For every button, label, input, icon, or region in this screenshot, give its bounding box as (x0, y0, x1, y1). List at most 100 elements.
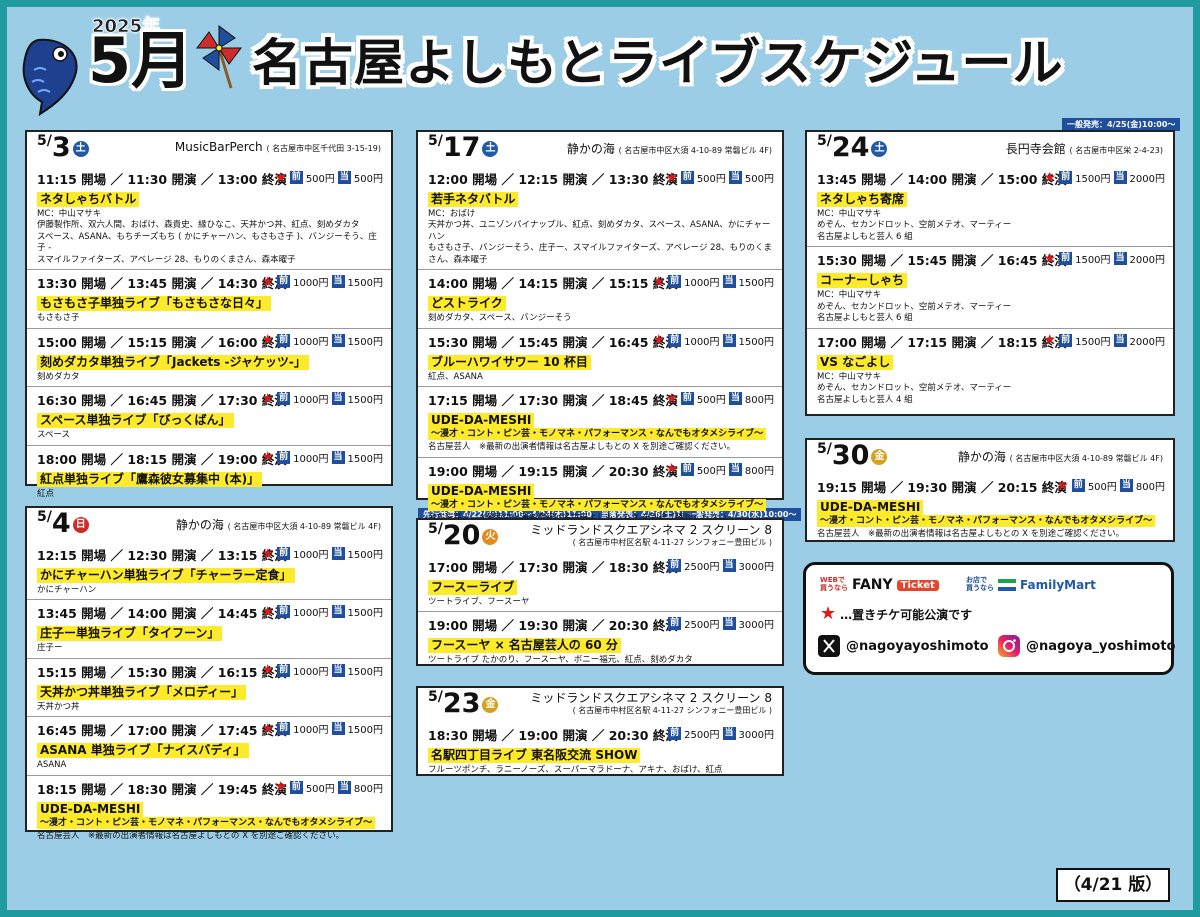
show-cast: フルーツポンチ、ラニーノーズ、スーパーマラドーナ、アキナ、おばけ、紅点 (428, 765, 723, 775)
day-of-week-badge: 火 (482, 528, 499, 545)
day-4-date: 5/4 日 (37, 510, 89, 537)
show-title: UDE-DA-MESHI (817, 500, 924, 515)
show-title: もさもさ子単独ライブ「もさもさな日々」 (37, 296, 272, 312)
show-cast: 刻めダカタ、スペース、バンジーそう (428, 313, 572, 324)
show-subtitle: ～漫才・コント・ピン芸・モノマネ・パフォーマンス・なんでもオタメシライブ～ (817, 515, 1156, 527)
price-group: ★ 前 500円当 800円 (665, 461, 774, 478)
show-cast: MC：中山マサキ 伊藤製作所、双六人間、おばけ、森貴史、縁ひなこ、天丼かつ丼、紅点… (37, 209, 377, 265)
show-entry: 15:30 開場 ／ 15:45 開演 ／ 16:45 終演 ★ 前 1500円当 2… (807, 246, 1173, 327)
show-title: UDE-DA-MESHI (428, 413, 535, 429)
show-title: フースーヤ × 名古屋芸人の 60 分 (428, 638, 621, 654)
show-entry: 13:45 開場 ／ 14:00 開演 ／ 14:45 終演 ★ 前 1000円当 1… (27, 599, 391, 657)
price-group: ★ 前 1000円当 1500円 (261, 449, 383, 466)
day-3-venue: MusicBarPerch ( 名古屋市中区千代田 3-15-19) (174, 140, 381, 154)
day-3-header: 5/3 土 MusicBarPerch ( 名古屋市中区千代田 3-15-19) (27, 132, 391, 166)
show-cast: 名古屋芸人 ※最新の出演者情報は名古屋よしもとの X を別途ご確認ください。 (37, 830, 345, 841)
day-23-header: 5/23 金 ミッドランドスクエアシネマ 2 スクリーン 8( 名古屋市中村区名駅… (418, 688, 782, 722)
show-title: ネタしゃち寄席 (817, 192, 908, 207)
day-17-venue: 静かの海 ( 名古屋市中区大須 4-10-89 常磐ビル 4F) (566, 142, 772, 156)
month-label: 5月 (88, 24, 194, 97)
day-23-box: 5/23 金 ミッドランドスクエアシネマ 2 スクリーン 8( 名古屋市中村区名駅… (416, 686, 784, 776)
star-icon: ★ (652, 332, 666, 349)
show-entry: 15:30 開場 ／ 15:45 開演 ／ 16:45 終演 ★ 前 1000円当 1… (418, 327, 782, 386)
day-of-week-badge: 日 (72, 516, 89, 533)
star-icon: ★ (665, 390, 678, 407)
show-cast: 紅点、ASANA (428, 371, 483, 382)
show-entry: 18:30 開場 ／ 19:00 開演 ／ 20:30 終演 前 2500円当 30… (428, 727, 774, 775)
show-title: どストライク (428, 296, 506, 312)
star-icon: ★ (261, 273, 275, 290)
show-entry: 15:15 開場 ／ 15:30 開演 ／ 16:15 終演 ★ 前 1000円当 1… (27, 657, 391, 716)
price-group: ★ 前 500円当 500円 (274, 169, 383, 186)
price-group: 前 2500円当 3000円 (668, 559, 774, 573)
star-icon: ★ (652, 273, 666, 290)
show-cast: かにチャーハン (37, 585, 97, 595)
familymart-logo[interactable]: お店で 買うなら FamilyMart (966, 576, 1096, 592)
price-group: 前 2500円当 3000円 (668, 727, 774, 741)
day-24-header: 5/24 土 長円寺会館 ( 名古屋市中区栄 2-4-23) (807, 132, 1173, 166)
star-icon: ★ (665, 169, 678, 186)
show-cast: MC：中山マサキ めぞん、セカンドロット、空前メテオ、マーティー 名古屋よしもと芸人… (817, 290, 1012, 324)
show-title: フースーライブ (428, 580, 518, 595)
show-entry: 11:15 開場 ／ 11:30 開演 ／ 13:00 終演 ★ 前 500円当 50… (37, 169, 383, 265)
day-17-header: 5/17 土 静かの海 ( 名古屋市中区大須 4-10-89 常磐ビル 4F) (418, 132, 782, 166)
show-title: 名駅四丁目ライブ 東名阪交流 SHOW (428, 748, 641, 763)
price-group: ★ 前 1000円当 1500円 (261, 332, 383, 349)
show-cast: スペース (37, 430, 70, 441)
price-group: ★ 前 1000円当 1500円 (261, 273, 383, 290)
price-group: ★ 前 1000円当 1500円 (261, 603, 383, 620)
show-entry: 12:15 開場 ／ 12:30 開演 ／ 13:15 終演 ★ 前 1000円当 1… (37, 545, 383, 595)
show-title: 紅点単独ライブ「鷹森彼女募集中 (本)」 (37, 471, 263, 487)
price-group: ★ 前 1000円当 1500円 (652, 332, 774, 349)
show-entry: 18:00 開場 ／ 18:15 開演 ／ 19:00 終演 ★ 前 1000円当 1… (27, 444, 391, 503)
day-of-week-badge: 土 (72, 140, 89, 157)
show-cast: 天丼かつ丼 (37, 701, 80, 712)
show-entry: 12:00 開場 ／ 12:15 開演 ／ 13:30 終演 ★ 前 500円当 50… (428, 169, 774, 265)
day-30-date: 5/30 金 (817, 442, 888, 469)
star-icon: ★ (1056, 477, 1069, 494)
day-24-date: 5/24 土 (817, 134, 888, 161)
day-4-box: 5/4 日 静かの海 ( 名古屋市中区大須 4-10-89 常磐ビル 4F) 12… (25, 506, 393, 841)
show-entry: 15:00 開場 ／ 15:15 開演 ／ 16:00 終演 ★ 前 1000円当 1… (27, 327, 391, 386)
day-24-venue: 長円寺会館 ( 名古屋市中区栄 2-4-23) (1005, 142, 1163, 156)
show-title: コーナーしゃち (817, 273, 908, 289)
star-icon: ★ (274, 779, 287, 796)
instagram-account-link[interactable]: @nagoya_yoshimoto (998, 635, 1176, 657)
day-3-date: 5/3 土 (37, 134, 89, 161)
star-note: ★ …置きチケ可能公演です (820, 603, 973, 624)
x-account-link[interactable]: @nagoyayoshimoto (818, 635, 989, 657)
show-cast: MC：中山マサキ めぞん、セカンドロット、空前メテオ、マーティー 名古屋よしもと芸人… (817, 371, 1012, 405)
star-icon: ★ (261, 545, 275, 562)
star-icon: ★ (274, 169, 287, 186)
page-title: 名古屋よしもとライブスケジュール (252, 34, 1064, 92)
day-24-box: 5/24 土 長円寺会館 ( 名古屋市中区栄 2-4-23) 13:45 開場 ／… (805, 130, 1175, 416)
star-icon: ★ (1043, 332, 1057, 349)
day-20-box: 5/20 火 ミッドランドスクエアシネマ 2 スクリーン 8( 名古屋市中村区名駅… (416, 518, 784, 666)
fany-ticket-logo[interactable]: WEBで 買うなら FANY Ticket (820, 576, 939, 593)
show-entry: 16:45 開場 ／ 17:00 開演 ／ 17:45 終演 ★ 前 1000円当 1… (27, 716, 391, 774)
price-group: ★ 前 500円当 500円 (665, 169, 774, 186)
star-icon: ★ (665, 461, 678, 478)
show-title: ブルーハワイサワー 10 杯目 (428, 354, 591, 370)
instagram-logo-icon (998, 635, 1020, 657)
show-cast: 紅点 (37, 488, 55, 499)
star-icon: ★ (261, 662, 275, 679)
day-30-venue: 静かの海 ( 名古屋市中区大須 4-10-89 常磐ビル 4F) (957, 450, 1163, 464)
show-entry: 19:15 開場 ／ 19:30 開演 ／ 20:15 終演 ★ 前 500円当 80… (817, 477, 1165, 539)
star-icon: ★ (1043, 169, 1057, 186)
show-title: スペース単独ライブ「びっくばん」 (37, 413, 234, 429)
show-cast: もさもさ子 (37, 313, 80, 324)
day-30-header: 5/30 金 静かの海 ( 名古屋市中区大須 4-10-89 常磐ビル 4F) (807, 440, 1173, 474)
star-icon: ★ (820, 603, 837, 624)
day-20-venue: ミッドランドスクエアシネマ 2 スクリーン 8( 名古屋市中村区名駅 4-11-… (530, 523, 772, 547)
pinwheel-icon (196, 25, 242, 89)
day-of-week-badge: 土 (482, 140, 499, 157)
legend-box: WEBで 買うなら FANY Ticket お店で 買うなら FamilyMar… (803, 562, 1176, 675)
show-entry: 17:00 開場 ／ 17:30 開演 ／ 18:30 終演 前 2500円当 30… (428, 559, 774, 607)
koinobori-icon (22, 38, 78, 116)
day-30-box: 5/30 金 静かの海 ( 名古屋市中区大須 4-10-89 常磐ビル 4F) 1… (805, 438, 1175, 542)
x-logo-icon (818, 635, 840, 657)
show-entry: 16:30 開場 ／ 16:45 開演 ／ 17:30 終演 ★ 前 1000円当 1… (27, 386, 391, 444)
price-group: ★ 前 1000円当 1500円 (261, 662, 383, 679)
show-subtitle: ～漫才・コント・ピン芸・モノマネ・パフォーマンス・なんでもオタメシライブ～ (428, 428, 767, 441)
